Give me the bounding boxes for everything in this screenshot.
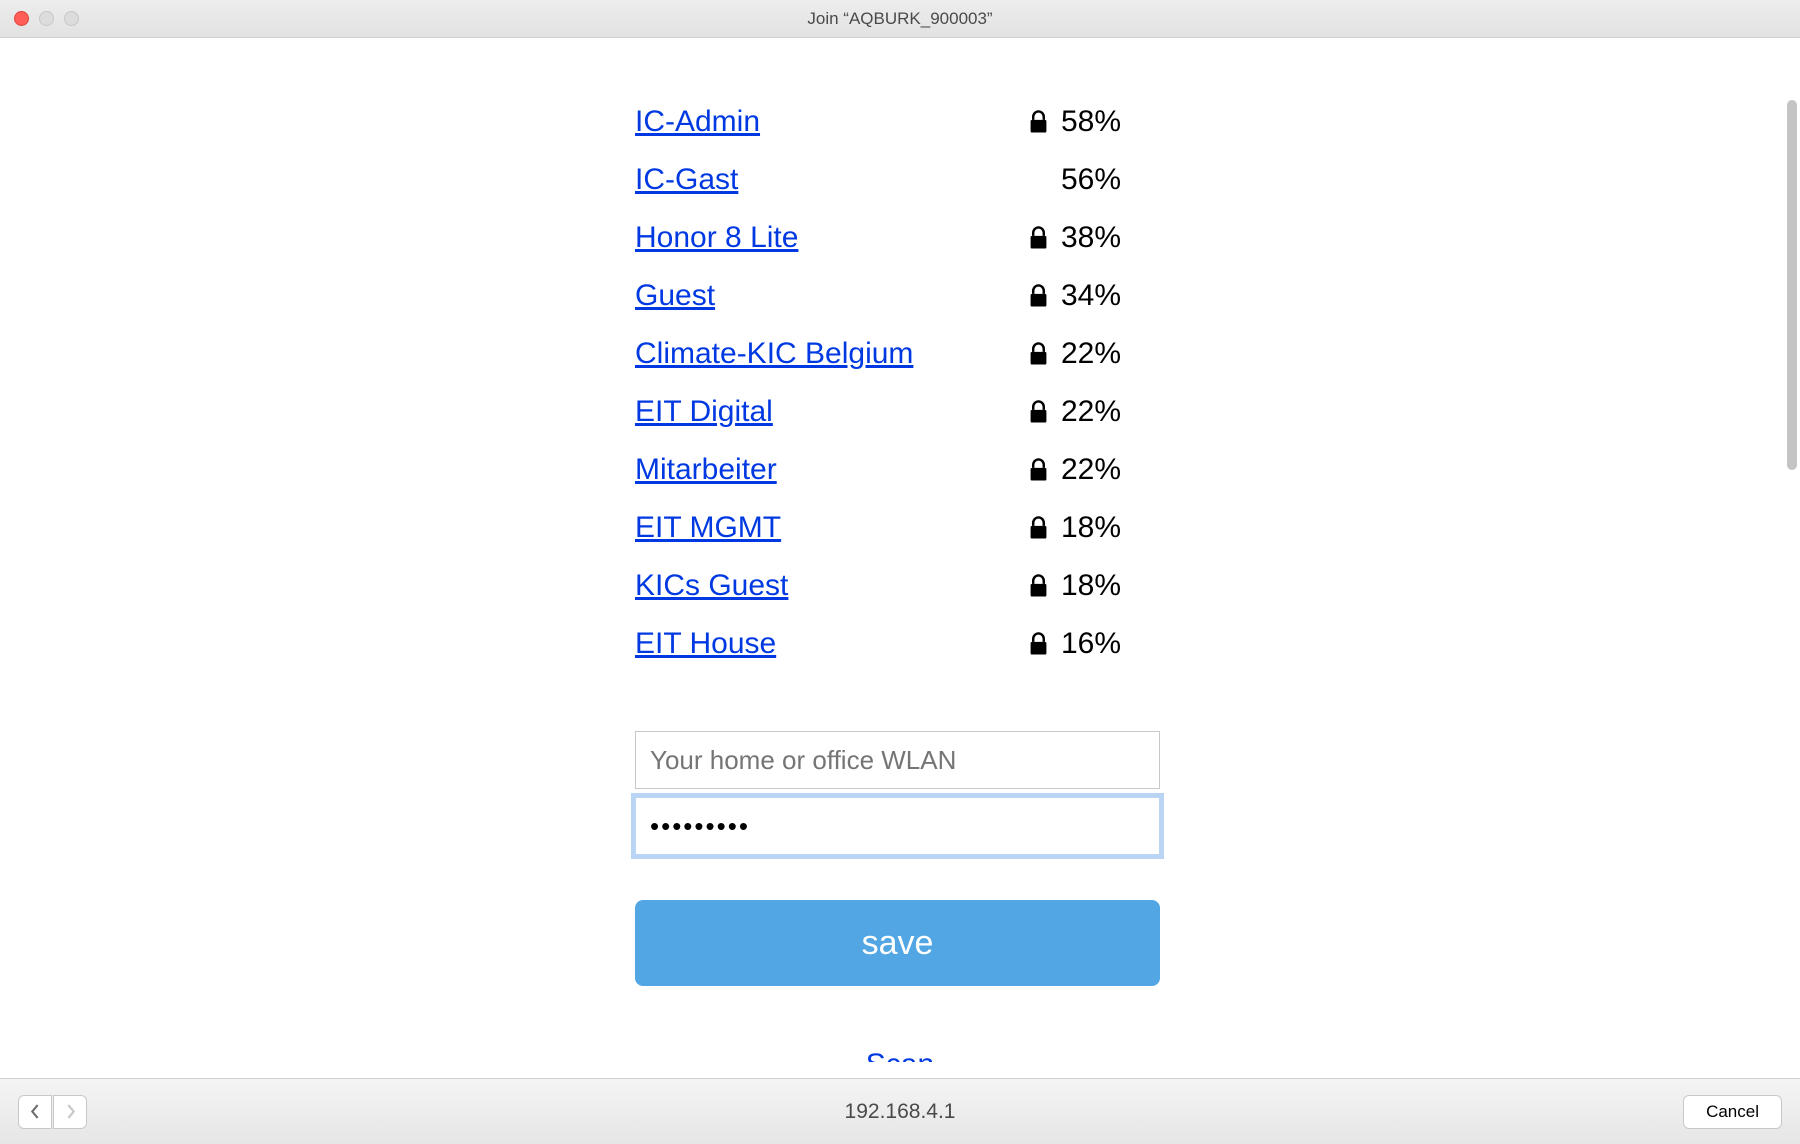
content-area: IC-Admin 58% IC-Gast 56% Honor 8 Lite 38% Gues… bbox=[0, 38, 1800, 1062]
network-link[interactable]: KICs Guest bbox=[635, 569, 1015, 603]
network-signal: 38% bbox=[1061, 221, 1165, 255]
network-lock-cell bbox=[1015, 516, 1061, 540]
network-lock-cell bbox=[1015, 226, 1061, 250]
network-row: EIT MGMT 18% bbox=[635, 499, 1165, 557]
network-link[interactable]: IC-Admin bbox=[635, 105, 1015, 139]
scan-link[interactable]: Scan bbox=[635, 1048, 1165, 1062]
network-signal: 16% bbox=[1061, 627, 1165, 661]
network-signal: 58% bbox=[1061, 105, 1165, 139]
forward-button[interactable] bbox=[53, 1095, 87, 1129]
network-signal: 22% bbox=[1061, 453, 1165, 487]
network-lock-cell bbox=[1015, 284, 1061, 308]
network-link[interactable]: Guest bbox=[635, 279, 1015, 313]
save-button[interactable]: save bbox=[635, 900, 1160, 986]
network-signal: 18% bbox=[1061, 511, 1165, 545]
network-row: EIT House 16% bbox=[635, 615, 1165, 673]
close-window-button[interactable] bbox=[14, 11, 29, 26]
network-row: Honor 8 Lite 38% bbox=[635, 209, 1165, 267]
lock-icon bbox=[1029, 574, 1048, 598]
network-list: IC-Admin 58% IC-Gast 56% Honor 8 Lite 38% Gues… bbox=[635, 93, 1165, 673]
chevron-right-icon bbox=[65, 1104, 76, 1119]
window-controls bbox=[14, 11, 79, 26]
titlebar: Join “AQBURK_900003” bbox=[0, 0, 1800, 38]
network-lock-cell bbox=[1015, 632, 1061, 656]
network-row: Mitarbeiter 22% bbox=[635, 441, 1165, 499]
network-row: Guest 34% bbox=[635, 267, 1165, 325]
network-row: KICs Guest 18% bbox=[635, 557, 1165, 615]
network-signal: 56% bbox=[1061, 163, 1165, 197]
network-signal: 18% bbox=[1061, 569, 1165, 603]
network-link[interactable]: Honor 8 Lite bbox=[635, 221, 1015, 255]
network-link[interactable]: Climate-KIC Belgium bbox=[635, 337, 1015, 371]
network-row: IC-Gast 56% bbox=[635, 151, 1165, 209]
password-input[interactable] bbox=[635, 797, 1160, 855]
footer: 192.168.4.1 Cancel bbox=[0, 1078, 1800, 1144]
network-row: EIT Digital 22% bbox=[635, 383, 1165, 441]
network-link[interactable]: IC-Gast bbox=[635, 163, 1015, 197]
network-link[interactable]: Mitarbeiter bbox=[635, 453, 1015, 487]
network-lock-cell bbox=[1015, 110, 1061, 134]
lock-icon bbox=[1029, 226, 1048, 250]
network-link[interactable]: EIT Digital bbox=[635, 395, 1015, 429]
network-signal: 22% bbox=[1061, 337, 1165, 371]
back-button[interactable] bbox=[18, 1095, 52, 1129]
network-lock-cell bbox=[1015, 400, 1061, 424]
nav-buttons bbox=[18, 1095, 87, 1129]
network-row: Climate-KIC Belgium 22% bbox=[635, 325, 1165, 383]
wifi-form: save Scan bbox=[635, 731, 1165, 1062]
address-label: 192.168.4.1 bbox=[845, 1100, 956, 1124]
maximize-window-button[interactable] bbox=[64, 11, 79, 26]
network-link[interactable]: EIT House bbox=[635, 627, 1015, 661]
lock-icon bbox=[1029, 342, 1048, 366]
window-title: Join “AQBURK_900003” bbox=[807, 9, 992, 29]
lock-icon bbox=[1029, 284, 1048, 308]
lock-icon bbox=[1029, 516, 1048, 540]
cancel-button[interactable]: Cancel bbox=[1683, 1095, 1782, 1129]
network-row: IC-Admin 58% bbox=[635, 93, 1165, 151]
network-signal: 34% bbox=[1061, 279, 1165, 313]
network-signal: 22% bbox=[1061, 395, 1165, 429]
lock-icon bbox=[1029, 458, 1048, 482]
network-lock-cell bbox=[1015, 458, 1061, 482]
chevron-left-icon bbox=[30, 1104, 41, 1119]
lock-icon bbox=[1029, 400, 1048, 424]
lock-icon bbox=[1029, 110, 1048, 134]
network-lock-cell bbox=[1015, 574, 1061, 598]
ssid-input[interactable] bbox=[635, 731, 1160, 789]
minimize-window-button[interactable] bbox=[39, 11, 54, 26]
network-link[interactable]: EIT MGMT bbox=[635, 511, 1015, 545]
network-lock-cell bbox=[1015, 342, 1061, 366]
scrollbar-thumb[interactable] bbox=[1787, 100, 1797, 470]
lock-icon bbox=[1029, 632, 1048, 656]
